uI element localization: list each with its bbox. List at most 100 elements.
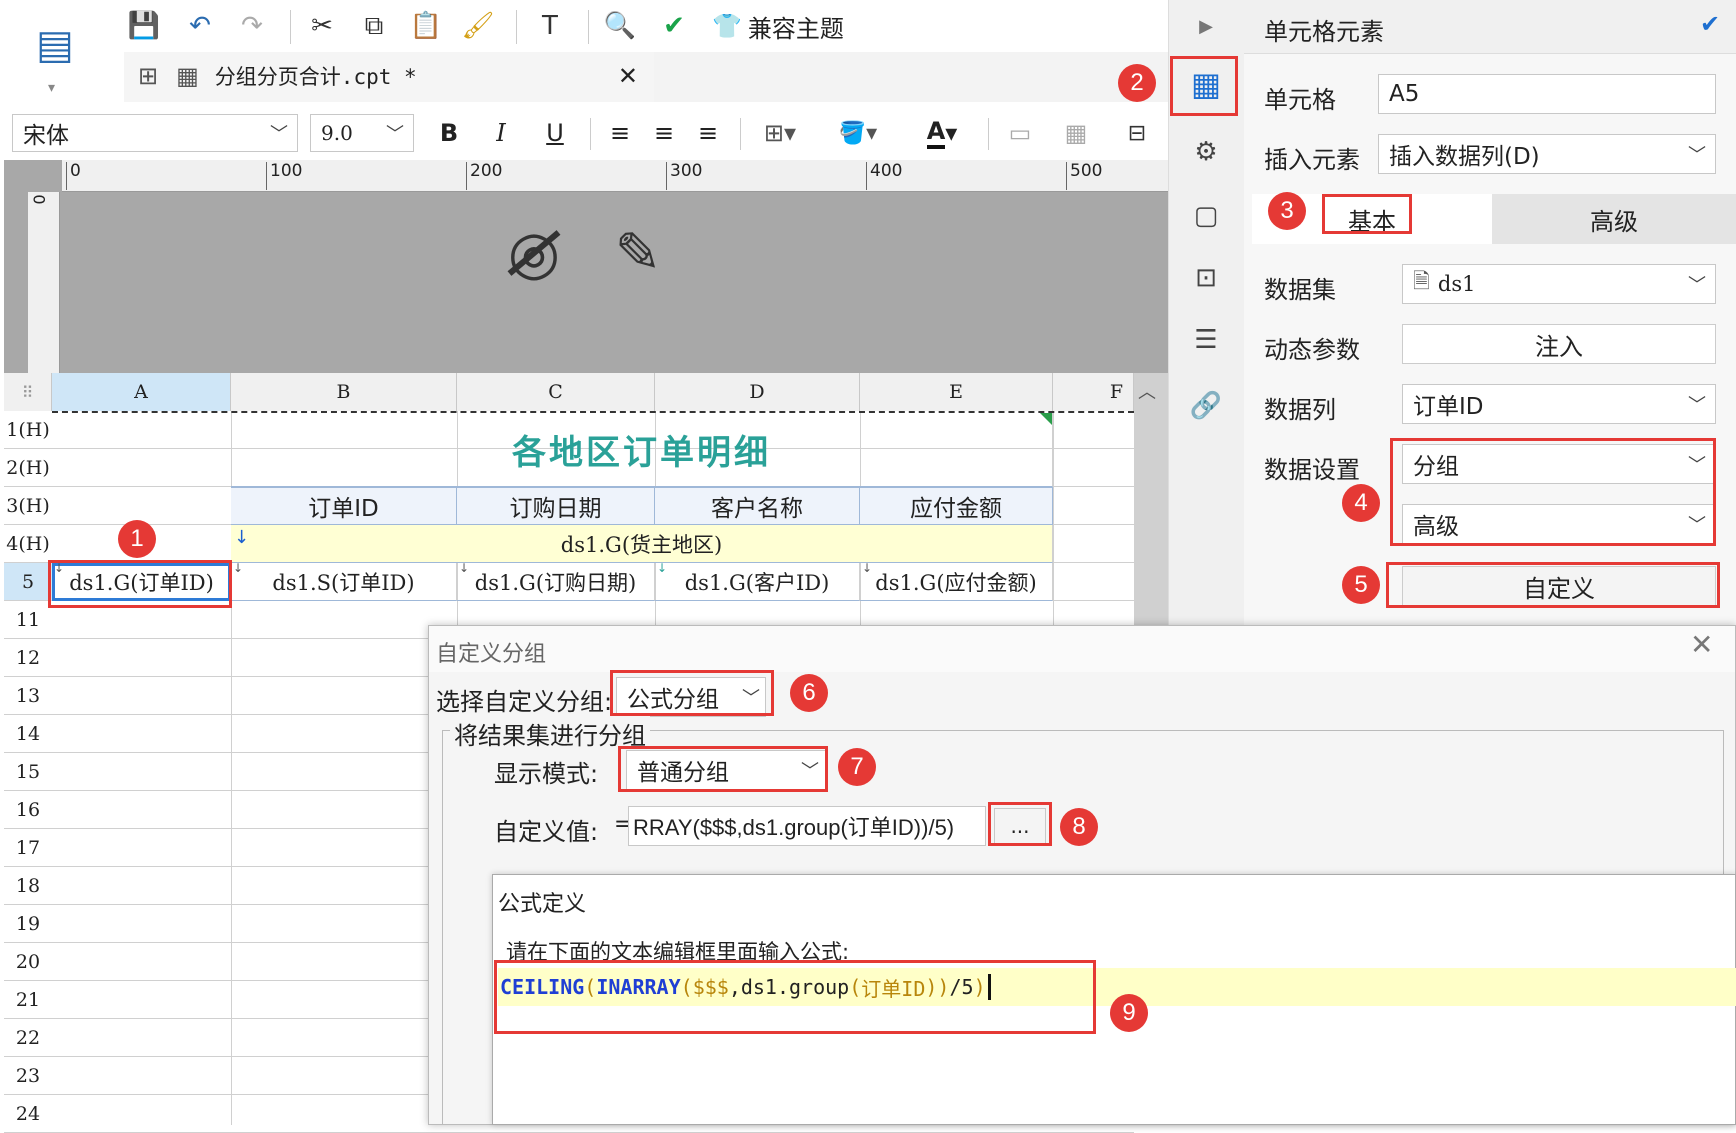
- row-header[interactable]: 4(H): [4, 525, 52, 563]
- align-left-icon[interactable]: ≡: [602, 114, 638, 152]
- row-header[interactable]: 12: [4, 639, 52, 677]
- dialog-close-icon[interactable]: ✕: [1690, 628, 1713, 661]
- table-header-cell[interactable]: 应付金额: [860, 487, 1053, 525]
- cell-label: 单元格: [1264, 86, 1336, 114]
- insert-element-select[interactable]: 插入数据列(D) ﹀: [1378, 134, 1716, 174]
- row-header[interactable]: 3(H): [4, 487, 52, 525]
- align-center-icon[interactable]: ≡: [646, 114, 682, 152]
- table-header-cell[interactable]: 客户名称: [655, 487, 860, 525]
- dialog-title: 自定义分组: [436, 642, 547, 667]
- compat-theme-label: 兼容主题: [747, 14, 844, 43]
- file-tab[interactable]: ⊞ ▦ 分组分页合计.cpt * ✕: [124, 52, 654, 102]
- shirt-icon: 👕: [712, 12, 742, 40]
- row-header[interactable]: 21: [4, 981, 52, 1019]
- save-icon[interactable]: 💾: [124, 6, 164, 46]
- merge-cell-icon[interactable]: ▭: [1000, 114, 1040, 152]
- format-brush-icon[interactable]: 🖌: [458, 6, 498, 46]
- row-header[interactable]: 19: [4, 905, 52, 943]
- data-cell[interactable]: ds1.G(客户ID): [655, 563, 860, 601]
- bold-button[interactable]: B: [432, 114, 466, 152]
- row-header[interactable]: 14: [4, 715, 52, 753]
- row-header[interactable]: 22: [4, 1019, 52, 1057]
- cell-name-value: A5: [1389, 81, 1420, 107]
- border-icon[interactable]: ⊞▾: [752, 114, 808, 152]
- dataset-select[interactable]: 🗎 ds1 ﹀: [1402, 264, 1716, 304]
- align-right-icon[interactable]: ≡: [690, 114, 726, 152]
- copy-icon[interactable]: ⧉: [354, 6, 394, 46]
- setting-label: 数据设置: [1264, 456, 1360, 484]
- row-header[interactable]: 15: [4, 753, 52, 791]
- row-header[interactable]: 20: [4, 943, 52, 981]
- font-size-select[interactable]: 9.0 ﹀: [310, 114, 414, 152]
- scroll-up-icon[interactable]: ︿: [1138, 378, 1156, 404]
- table-header-cell[interactable]: 订购日期: [457, 487, 655, 525]
- tab-advanced[interactable]: 高级: [1492, 194, 1736, 244]
- compat-theme-button[interactable]: 👕 兼容主题: [712, 6, 844, 46]
- condition-icon[interactable]: ☰: [1178, 318, 1234, 362]
- redo-icon[interactable]: ↷: [232, 6, 272, 46]
- report-title[interactable]: 各地区订单明细: [231, 413, 1053, 487]
- expand-marker-icon: ↓: [459, 561, 470, 575]
- check-formula-icon[interactable]: 🔍: [600, 6, 640, 46]
- row-header[interactable]: 1(H): [4, 411, 52, 449]
- custom-value-input[interactable]: RRAY($$$,ds1.group(订单ID))/5): [628, 806, 986, 846]
- check-ok-icon[interactable]: ✔: [654, 6, 694, 46]
- hyperlink-icon[interactable]: 🔗: [1178, 384, 1234, 428]
- preview-dropdown-icon[interactable]: ▾: [48, 80, 55, 96]
- column-header-d[interactable]: D: [655, 373, 860, 411]
- close-tab-icon[interactable]: ✕: [618, 62, 638, 90]
- cell-name-input[interactable]: A5: [1378, 74, 1716, 114]
- expand-down-icon: ↓: [234, 527, 250, 548]
- select-all-corner[interactable]: ⠿: [4, 373, 52, 411]
- highlight-box-basic-tab: [1322, 194, 1412, 234]
- column-header-c[interactable]: C: [457, 373, 655, 411]
- data-cell[interactable]: ds1.G(订购日期): [457, 563, 655, 601]
- row-header[interactable]: 11: [4, 601, 52, 639]
- row-header[interactable]: 13: [4, 677, 52, 715]
- column-header-f[interactable]: F: [1053, 373, 1134, 411]
- panel-pin-icon[interactable]: ✔: [1700, 10, 1720, 38]
- edit-pencil-icon[interactable]: ✎: [598, 218, 678, 288]
- column-header-a[interactable]: A: [52, 373, 231, 411]
- column-label: 数据列: [1264, 396, 1336, 424]
- data-cell[interactable]: ds1.S(订单ID): [231, 563, 457, 601]
- table-header-cell[interactable]: 订单ID: [231, 487, 457, 525]
- chevron-down-icon: ﹀: [1688, 395, 1706, 416]
- insert-label: 插入元素: [1264, 146, 1360, 174]
- expand-marker-icon: ↓: [233, 561, 244, 575]
- highlight-box-formula: [494, 960, 1096, 1034]
- group-cell[interactable]: ds1.G(货主地区): [231, 525, 1053, 563]
- widget-icon[interactable]: ⊡: [1178, 256, 1234, 300]
- paste-icon[interactable]: 📋: [406, 6, 446, 46]
- row-header[interactable]: 18: [4, 867, 52, 905]
- step-badge-6: 6: [790, 674, 828, 712]
- row-header[interactable]: 2(H): [4, 449, 52, 487]
- collapse-arrow-icon[interactable]: ▶: [1178, 4, 1234, 48]
- row-header[interactable]: 23: [4, 1057, 52, 1095]
- row-header[interactable]: 16: [4, 791, 52, 829]
- row-header[interactable]: 24: [4, 1095, 52, 1133]
- step-badge-5: 5: [1342, 566, 1380, 604]
- cell-border-icon[interactable]: ▢: [1178, 194, 1234, 238]
- font-color-icon[interactable]: A ▾: [910, 114, 974, 152]
- underline-button[interactable]: U: [538, 114, 572, 152]
- text-insert-icon[interactable]: T: [530, 6, 570, 46]
- fill-color-icon[interactable]: 🪣▾: [828, 114, 888, 152]
- italic-button[interactable]: I: [484, 114, 518, 152]
- font-name-select[interactable]: 宋体 ﹀: [12, 114, 298, 152]
- cell-attribute-icon[interactable]: ⚙: [1178, 130, 1234, 174]
- undo-icon[interactable]: ↶: [180, 6, 220, 46]
- ruler-tick-label: 500: [1066, 162, 1102, 190]
- cut-icon[interactable]: ✂: [302, 6, 342, 46]
- inject-button[interactable]: 注入: [1402, 324, 1716, 364]
- split-cell-icon[interactable]: ▦: [1056, 114, 1096, 152]
- row-header[interactable]: 17: [4, 829, 52, 867]
- data-column-select[interactable]: 订单ID ﹀: [1402, 384, 1716, 424]
- row-header[interactable]: 5: [4, 563, 52, 601]
- column-header-e[interactable]: E: [860, 373, 1053, 411]
- column-header-b[interactable]: B: [231, 373, 457, 411]
- data-cell[interactable]: ds1.G(应付金额): [860, 563, 1053, 601]
- wrap-icon[interactable]: ⊟: [1112, 114, 1162, 152]
- ruler-left: [28, 192, 60, 382]
- preview-icon[interactable]: ▤: [28, 10, 82, 80]
